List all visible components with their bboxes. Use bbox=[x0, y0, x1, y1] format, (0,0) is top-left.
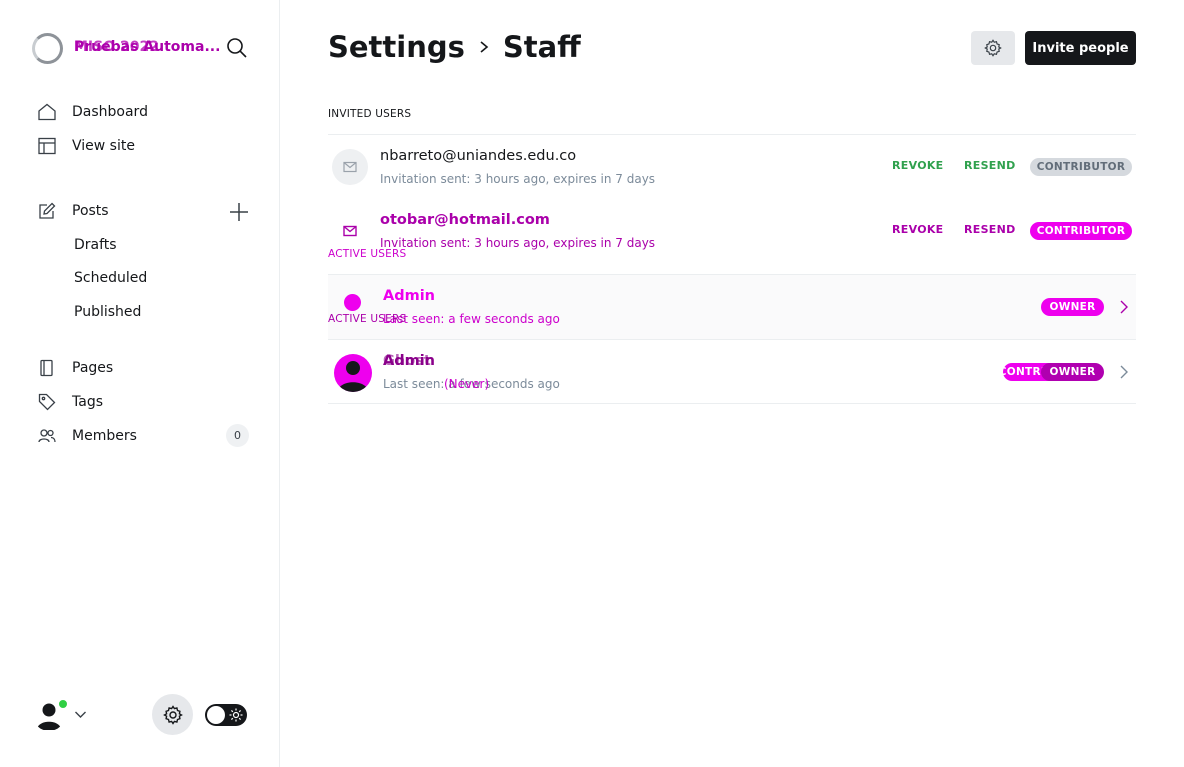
chevron-right-icon[interactable] bbox=[1118, 299, 1130, 315]
toggle-knob bbox=[207, 706, 225, 724]
breadcrumb-staff: Staff bbox=[502, 30, 581, 64]
role-badge: OWNER bbox=[1041, 298, 1104, 316]
gear-icon bbox=[984, 39, 1002, 57]
sidebar-item-label: Members bbox=[72, 428, 137, 444]
resend-button[interactable]: RESEND bbox=[964, 159, 1016, 172]
invite-status: Invitation sent: 3 hours ago, expires in… bbox=[380, 172, 656, 186]
sidebar-item-label: Dashboard bbox=[72, 104, 148, 120]
sun-icon bbox=[229, 708, 243, 722]
chevron-right-icon[interactable] bbox=[1118, 364, 1130, 380]
brand[interactable]: Pruebas Automa... MISO 2022 bbox=[32, 33, 220, 64]
invite-status: Invitation sent: 3 hours ago, expires in… bbox=[380, 236, 656, 250]
invite-email: nbarreto@uniandes.edu.co bbox=[380, 148, 577, 164]
members-icon bbox=[38, 429, 56, 443]
sidebar-item-label: Posts bbox=[72, 203, 109, 219]
dark-mode-toggle[interactable] bbox=[205, 704, 247, 726]
pages-icon bbox=[40, 359, 53, 377]
user-name-overlay: Ghost bbox=[383, 353, 431, 369]
last-seen-overlay: (Never) bbox=[444, 377, 490, 391]
active-users-label-overlay: ACTIVE USERS bbox=[328, 313, 407, 325]
sidebar-item-members[interactable]: Members bbox=[38, 427, 137, 445]
role-badge: OWNER bbox=[1041, 363, 1104, 381]
user-avatar bbox=[334, 354, 372, 392]
breadcrumb-settings[interactable]: Settings bbox=[328, 30, 465, 64]
page-title: Settings Staff bbox=[328, 30, 581, 64]
sidebar-item-label: View site bbox=[72, 138, 135, 154]
sidebar-item-label: Tags bbox=[72, 394, 103, 410]
resend-button[interactable]: RESEND bbox=[964, 223, 1016, 236]
members-count-badge: 0 bbox=[226, 424, 249, 447]
sidebar-item-view-site[interactable]: View site bbox=[38, 137, 135, 155]
role-badge: CONTRIBUTOR bbox=[1030, 222, 1132, 240]
invite-avatar bbox=[332, 149, 368, 185]
search-icon[interactable] bbox=[226, 37, 248, 59]
sidebar-item-label: Pages bbox=[72, 360, 114, 376]
user-avatar-icon bbox=[338, 361, 368, 392]
last-seen: Last seen: a few seconds ago bbox=[383, 312, 560, 326]
envelope-icon bbox=[343, 225, 357, 237]
active-user-row[interactable]: Admin Ghost Last seen: a few seconds ago… bbox=[328, 339, 1136, 404]
invite-avatar bbox=[332, 213, 368, 249]
sidebar: Pruebas Automa... MISO 2022 Dashboard Vi… bbox=[0, 0, 280, 767]
sidebar-item-posts[interactable]: Posts bbox=[38, 202, 109, 220]
home-icon bbox=[38, 103, 56, 121]
envelope-icon bbox=[343, 161, 357, 173]
revoke-button[interactable]: REVOKE bbox=[892, 223, 944, 236]
sidebar-item-scheduled[interactable]: Scheduled bbox=[74, 270, 147, 286]
invited-user-row: otobar@hotmail.com Invitation sent: 3 ho… bbox=[328, 199, 1136, 264]
revoke-button[interactable]: REVOKE bbox=[892, 159, 944, 172]
role-badge: CONTRIBUTOR bbox=[1030, 158, 1132, 176]
edit-icon bbox=[39, 202, 56, 219]
site-logo-icon bbox=[32, 33, 63, 64]
user-avatar bbox=[344, 294, 361, 311]
gear-icon bbox=[162, 704, 183, 725]
invite-people-button[interactable]: Invite people bbox=[1025, 31, 1136, 65]
add-post-icon[interactable] bbox=[228, 201, 250, 223]
chevron-down-icon[interactable] bbox=[74, 708, 87, 721]
active-users-label: ACTIVE USERS bbox=[328, 248, 407, 260]
settings-button[interactable] bbox=[152, 694, 193, 735]
online-status-dot bbox=[58, 699, 68, 709]
sidebar-item-tags[interactable]: Tags bbox=[38, 393, 103, 411]
tag-icon bbox=[38, 393, 56, 411]
sidebar-item-drafts[interactable]: Drafts bbox=[74, 237, 117, 253]
layout-icon bbox=[38, 137, 56, 155]
site-name-overlay: MISO 2022 bbox=[74, 39, 159, 55]
invited-user-row: nbarreto@uniandes.edu.co Invitation sent… bbox=[328, 134, 1136, 199]
invited-users-label: INVITED USERS bbox=[328, 108, 412, 120]
staff-settings-button[interactable] bbox=[971, 31, 1015, 65]
active-user-row[interactable]: Admin Last seen: a few seconds ago OWNER bbox=[328, 274, 1136, 339]
invite-email: otobar@hotmail.com bbox=[380, 212, 550, 228]
chevron-right-icon bbox=[480, 41, 489, 53]
sidebar-item-published[interactable]: Published bbox=[74, 304, 141, 320]
sidebar-item-pages[interactable]: Pages bbox=[38, 359, 113, 377]
sidebar-item-dashboard[interactable]: Dashboard bbox=[38, 103, 148, 121]
user-name: Admin bbox=[383, 288, 436, 304]
